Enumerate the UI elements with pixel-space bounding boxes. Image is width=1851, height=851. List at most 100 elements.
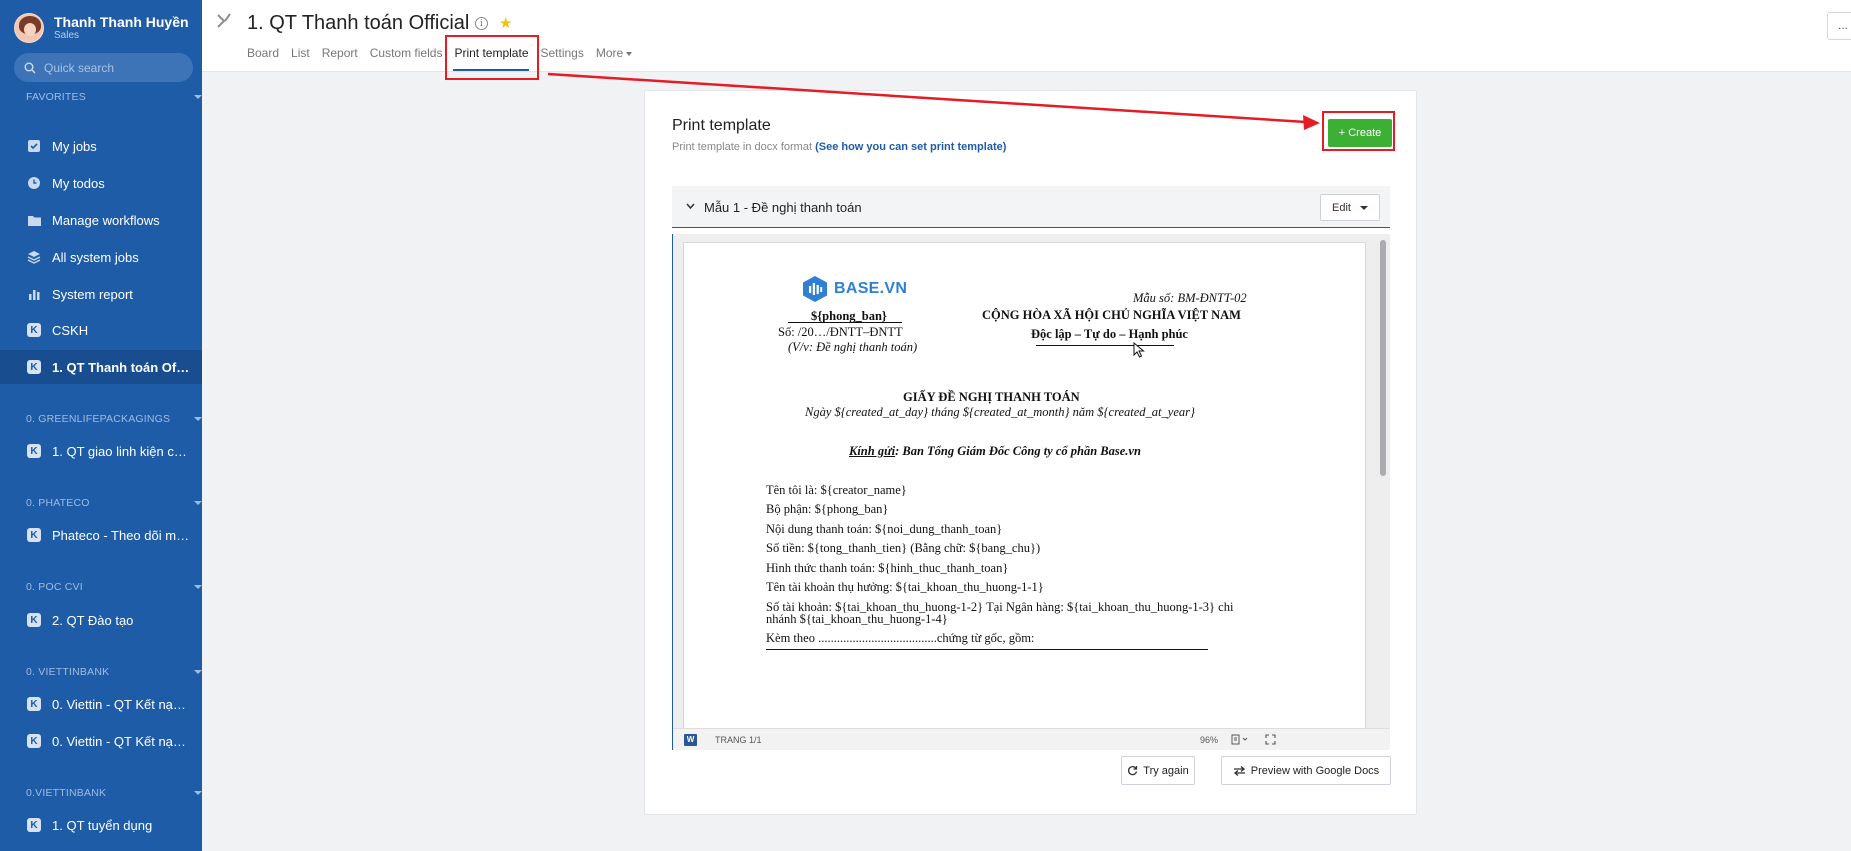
workflow-k-icon: K [27,323,41,337]
sidebar-item-qt-dao-tao[interactable]: K 2. QT Đào tạo [0,603,202,637]
word-icon: W [684,734,697,746]
template-header[interactable]: Mẫu 1 - Đề nghị thanh toán Edit [672,186,1390,228]
try-again-button[interactable]: Try again [1121,756,1195,785]
preview-scrollbar[interactable] [1380,240,1386,476]
card-subtitle: Print template in docx format (See how y… [672,141,1007,153]
user-profile[interactable]: Thanh Thanh Huyền Sales [14,13,189,43]
annotation-box-create [1322,111,1395,151]
document-page: BASE.VN Mẫu số: BM-ĐNTT-02 ${phong_ban} … [683,242,1366,740]
section-favorites[interactable]: FAVORITES [26,91,202,103]
more-options-button[interactable]: ... [1827,12,1851,40]
check-square-icon [26,138,42,154]
template-name: Mẫu 1 - Đề nghị thanh toán [704,200,862,215]
chevron-down-icon[interactable] [194,670,202,674]
doc-nation: CỘNG HÒA XÃ HỘI CHỦ NGHĨA VIỆT NAM [982,308,1241,322]
zoom-level: 96% [1200,735,1219,745]
doc-date-line: Ngày ${created_at_day} tháng ${created_a… [805,405,1195,419]
workflow-k-icon: K [27,697,41,711]
sidebar-item-qt-giao-linh-kien[interactable]: K 1. QT giao linh kiện cho... [0,434,202,468]
user-role: Sales [54,30,80,41]
refresh-icon [1128,766,1138,776]
doc-line: nhánh ${tai_khoan_thu_huong-1-4} [766,612,948,626]
search-input[interactable] [44,60,184,75]
tab-settings[interactable]: Settings [541,46,584,60]
sidebar-item-system-report[interactable]: System report [0,277,202,311]
card-title: Print template [672,117,771,134]
sidebar-item-viettin-2[interactable]: K 0. Viettin - QT Kết nạp ... [0,724,202,758]
folder-icon [26,212,42,228]
sidebar: Thanh Thanh Huyền Sales FAVORITES My job… [0,0,202,851]
doc-line: Kèm theo ...............................… [766,631,1035,645]
sidebar-item-all-system-jobs[interactable]: All system jobs [0,240,202,274]
chevron-down-icon[interactable] [194,585,202,589]
base-logo-icon [803,276,827,302]
layers-icon [26,249,42,265]
doc-greeting: Kính gửi: Ban Tổng Giám Đốc Công ty cổ p… [849,444,1141,458]
section-viettinbank[interactable]: 0. VIETTINBANK [26,666,202,678]
sidebar-item-cskh[interactable]: K CSKH [0,313,202,347]
swap-arrows-icon [1233,765,1245,776]
star-icon[interactable]: ★ [499,14,512,32]
chevron-down-icon[interactable] [194,501,202,505]
info-icon[interactable]: i [475,17,488,30]
doc-motto: Độc lập – Tự do – Hạnh phúc [1031,327,1188,341]
doc-line: Nội dung thanh toán: ${noi_dung_thanh_to… [766,522,1003,536]
section-phateco[interactable]: 0. PHATECO [26,497,202,509]
edit-button[interactable]: Edit [1320,194,1380,221]
avatar[interactable] [14,13,44,43]
preview-footer: W TRANG 1/1 96% [673,728,1390,750]
tab-custom-fields[interactable]: Custom fields [370,46,443,60]
chevron-down-icon[interactable] [686,202,695,210]
fullscreen-icon[interactable] [1265,734,1276,745]
search-icon [24,62,36,73]
form-code: Mẫu số: BM-ĐNTT-02 [1133,291,1247,305]
bar-chart-icon [26,286,42,302]
tab-board[interactable]: Board [247,46,279,60]
sidebar-item-phateco[interactable]: K Phateco - Theo dõi mu... [0,518,202,552]
workflow-k-icon: K [27,734,41,748]
view-mode-icon[interactable] [1231,734,1249,745]
doc-heading: GIẤY ĐỀ NGHỊ THANH TOÁN [903,390,1080,404]
sidebar-item-viettin-1[interactable]: K 0. Viettin - QT Kết nạp ... [0,687,202,721]
annotation-box-print-template [445,35,539,80]
print-template-card: Print template Print template in docx fo… [644,90,1417,815]
workflow-k-icon: K [27,444,41,458]
base-logo: BASE.VN [802,275,907,303]
section-greenlife[interactable]: 0. GREENLIFEPACKAGINGS [26,413,202,425]
tab-report[interactable]: Report [322,46,358,60]
page-title: 1. QT Thanh toán Official [247,12,470,34]
mouse-cursor-icon [1133,342,1145,358]
sidebar-item-qt-tuyen-dung[interactable]: K 1. QT tuyển dụng [0,808,202,842]
collapse-sidebar-icon[interactable] [216,12,232,30]
workflow-k-icon: K [27,360,41,374]
tab-list[interactable]: List [291,46,310,60]
sidebar-item-qt-thanh-toan[interactable]: K 1. QT Thanh toán Official [0,350,202,384]
doc-subject: (V/v: Đề nghị thanh toán) [788,340,918,354]
doc-line: Hình thức thanh toán: ${hinh_thuc_thanh_… [766,561,1009,575]
section-poc-cvi[interactable]: 0. POC CVI [26,581,202,593]
workflow-k-icon: K [27,528,41,542]
help-link[interactable]: (See how you can set print template) [815,141,1006,153]
doc-line: Tên tôi là: ${creator_name} [766,483,907,497]
divider [1036,345,1174,346]
caret-down-icon [1359,205,1368,210]
chevron-down-icon[interactable] [194,95,202,99]
sidebar-item-my-jobs[interactable]: My jobs [0,129,202,163]
tab-more[interactable]: More [596,46,633,60]
section-viettinbank-2[interactable]: 0.VIETTINBANK [26,787,202,799]
doc-number: Số: /20…/ĐNTT–ĐNTT [778,325,903,339]
preview-google-docs-button[interactable]: Preview with Google Docs [1221,756,1391,785]
chevron-down-icon[interactable] [194,791,202,795]
table-border [766,649,1208,650]
document-preview[interactable]: BASE.VN Mẫu số: BM-ĐNTT-02 ${phong_ban} … [672,234,1390,750]
sidebar-item-manage-workflows[interactable]: Manage workflows [0,203,202,237]
doc-line: Tên tài khoản thụ hưởng: ${tai_khoan_thu… [766,580,1044,594]
workflow-k-icon: K [27,818,41,832]
doc-line: Số tiền: ${tong_thanh_tien} (Bằng chữ: $… [766,541,1041,555]
sidebar-item-my-todos[interactable]: My todos [0,166,202,200]
chevron-down-icon[interactable] [194,417,202,421]
divider [788,322,902,323]
quick-search[interactable] [14,53,193,82]
chevron-down-icon [626,51,633,56]
logo-text: BASE.VN [834,280,908,297]
